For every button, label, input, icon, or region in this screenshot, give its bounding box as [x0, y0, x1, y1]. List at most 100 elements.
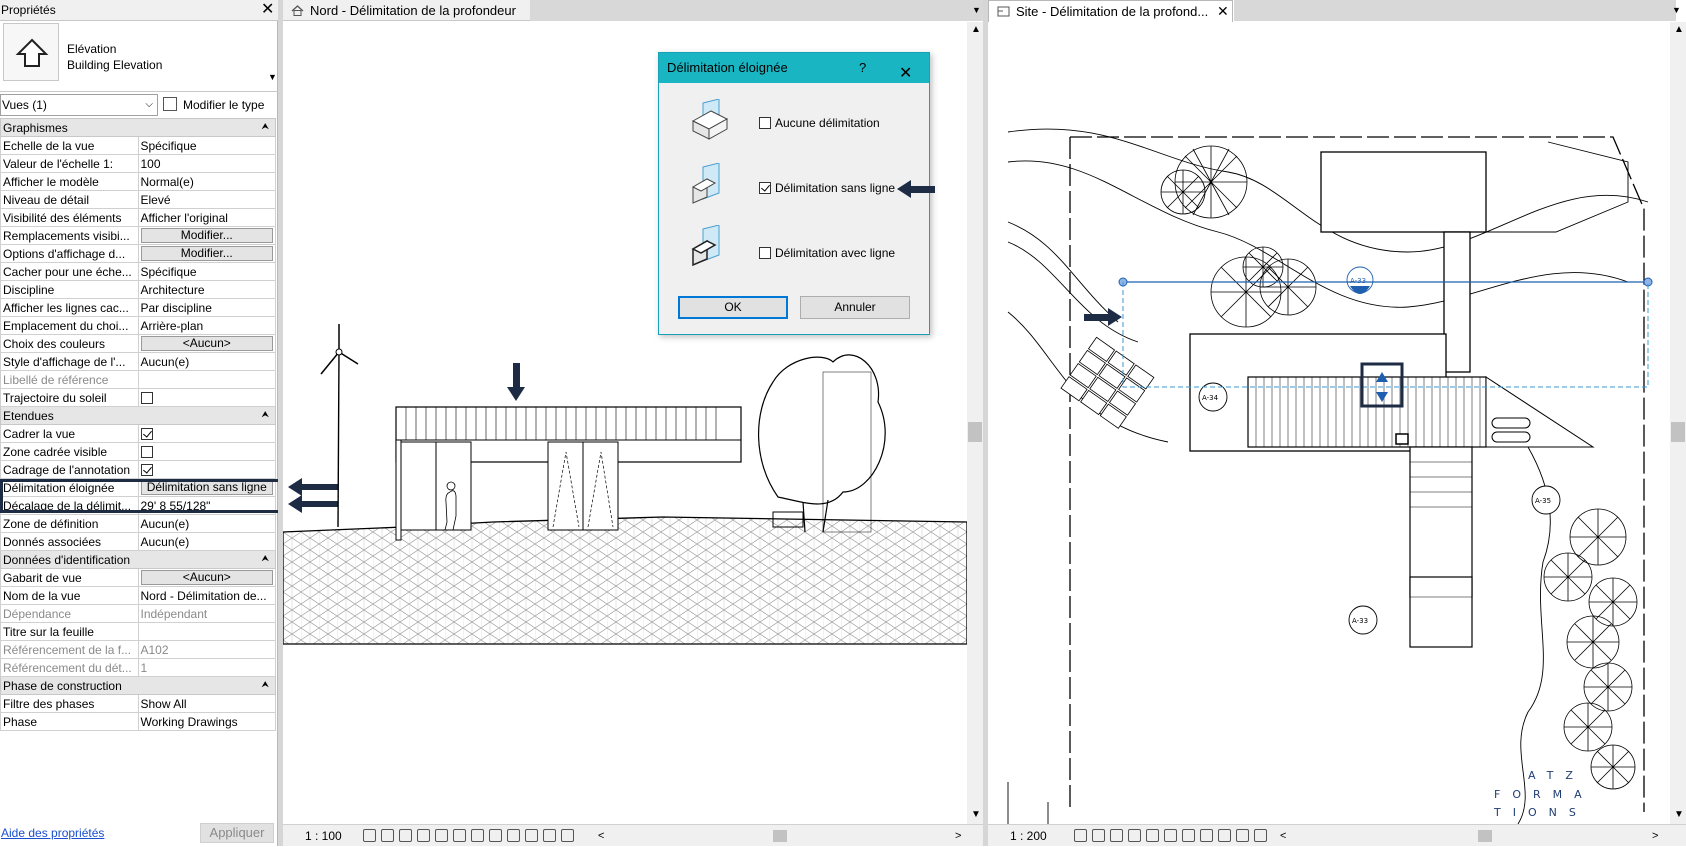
chevron-down-icon[interactable]: ▼	[1672, 5, 1681, 15]
collapse-icon[interactable]: ⮝	[261, 409, 269, 420]
table-row[interactable]: Valeur de l'échelle 1: 100	[0, 154, 276, 173]
table-row[interactable]: Style d'affichage de l'... Aucun(e)	[0, 352, 276, 371]
row-value[interactable]: Normal(e)	[137, 172, 276, 191]
table-row[interactable]: Dépendance Indépendant	[0, 604, 276, 623]
table-row[interactable]: Cacher pour une éche... Spécifique	[0, 262, 276, 281]
table-row[interactable]: Référencement du dét... 1	[0, 658, 276, 677]
type-selector[interactable]: Elévation Building Elevation ▼	[0, 22, 278, 92]
table-row[interactable]: Phase Working Drawings	[0, 712, 276, 731]
edit-type-button[interactable]: Modifier le type	[163, 94, 276, 116]
chevron-down-icon[interactable]: ▼	[972, 5, 981, 15]
table-row[interactable]: Cadrage de l'annotation	[0, 460, 276, 479]
help-icon[interactable]: ?	[859, 53, 866, 83]
row-value[interactable]: Spécifique	[137, 262, 276, 281]
collapse-icon[interactable]: ⮝	[261, 679, 269, 690]
scroll-left-icon[interactable]: <	[598, 825, 604, 847]
row-value[interactable]: Aucun(e)	[137, 514, 276, 533]
row-value[interactable]: Elevé	[137, 190, 276, 209]
row-value[interactable]: Par discipline	[137, 298, 276, 317]
table-row[interactable]: Filtre des phases Show All	[0, 694, 276, 713]
option-label: Délimitation sans ligne	[775, 181, 896, 195]
cancel-button[interactable]: Annuler	[800, 296, 910, 319]
collapse-icon[interactable]: ⮝	[261, 553, 269, 564]
scroll-right-icon[interactable]: >	[1652, 825, 1658, 847]
annotation-crop-checkbox[interactable]	[140, 463, 153, 476]
table-row[interactable]: Gabarit de vue <Aucun>	[0, 568, 276, 587]
view-template-button[interactable]: <Aucun>	[140, 570, 273, 585]
row-value[interactable]: Aucun(e)	[137, 352, 276, 371]
apply-button[interactable]: Appliquer	[200, 823, 274, 843]
row-value[interactable]	[137, 622, 276, 641]
table-row[interactable]: Afficher le modèle Normal(e)	[0, 172, 276, 191]
row-value[interactable]: Afficher l'original	[137, 208, 276, 227]
row-value[interactable]: 100	[137, 154, 276, 173]
view-control-icons[interactable]	[363, 829, 574, 842]
row-value[interactable]: Spécifique	[137, 136, 276, 155]
vertical-scrollbar[interactable]: ▲ ▼	[967, 22, 983, 824]
row-value[interactable]: Arrière-plan	[137, 316, 276, 335]
view-scale[interactable]: 1 : 100	[305, 825, 342, 847]
site-plan-drawing[interactable]: A-34 A-35 A-33 A-33	[988, 22, 1670, 824]
row-value[interactable]: Working Drawings	[137, 712, 276, 731]
chevron-down-icon[interactable]: ▼	[268, 72, 277, 82]
table-row[interactable]: Emplacement du choi... Arrière-plan	[0, 316, 276, 335]
table-row[interactable]: Discipline Architecture	[0, 280, 276, 299]
close-icon[interactable]: ✕	[261, 2, 274, 18]
view-control-icons[interactable]	[1074, 829, 1267, 842]
row-value[interactable]: Nord - Délimitation de...	[137, 586, 276, 605]
horizontal-scroll-thumb[interactable]	[1478, 830, 1492, 842]
scroll-left-icon[interactable]: <	[1280, 825, 1286, 847]
table-row[interactable]: Choix des couleurs <Aucun>	[0, 334, 276, 353]
properties-help-link[interactable]: Aide des propriétés	[1, 826, 104, 840]
row-label: Afficher les lignes cac...	[0, 298, 139, 317]
option-no-clip[interactable]: Aucune délimitation	[759, 116, 880, 130]
table-row[interactable]: Titre sur la feuille	[0, 622, 276, 641]
table-row[interactable]: Options d'affichage d... Modifier...	[0, 244, 276, 263]
row-value	[137, 370, 276, 389]
group-extents[interactable]: Etendues ⮝	[0, 406, 276, 425]
row-label: Cadrage de l'annotation	[0, 460, 139, 479]
table-row[interactable]: Niveau de détail Elevé	[0, 190, 276, 209]
collapse-icon[interactable]: ⮝	[261, 121, 269, 132]
table-row[interactable]: Afficher les lignes cac... Par discipline	[0, 298, 276, 317]
view-scale[interactable]: 1 : 200	[1010, 825, 1047, 847]
close-icon[interactable]: ✕	[899, 59, 912, 89]
group-identity[interactable]: Données d'identification ⮝	[0, 550, 276, 569]
table-row[interactable]: Référencement de la f... A102	[0, 640, 276, 659]
row-value[interactable]: Aucun(e)	[137, 532, 276, 551]
table-row[interactable]: Zone cadrée visible	[0, 442, 276, 461]
color-scheme-button[interactable]: <Aucun>	[140, 336, 273, 351]
group-graphics[interactable]: Graphismes ⮝	[0, 118, 276, 137]
table-row[interactable]: Cadrer la vue	[0, 424, 276, 443]
horizontal-scroll-thumb[interactable]	[773, 830, 787, 842]
tab-site-plan[interactable]: Site - Délimitation de la profond... ✕	[988, 0, 1233, 22]
table-row[interactable]: Remplacements visibi... Modifier...	[0, 226, 276, 245]
close-icon[interactable]: ✕	[1217, 1, 1229, 22]
checkbox-icon[interactable]	[759, 117, 771, 129]
clip-without-line-icon	[691, 163, 720, 204]
checkbox-icon[interactable]	[759, 247, 771, 259]
table-row[interactable]: Zone de définition Aucun(e)	[0, 514, 276, 533]
crop-visible-checkbox[interactable]	[140, 445, 153, 458]
scroll-right-icon[interactable]: >	[955, 825, 961, 847]
group-phasing[interactable]: Phase de construction ⮝	[0, 676, 276, 695]
views-filter-select[interactable]: Vues (1) ⌵	[0, 94, 158, 116]
table-row[interactable]: Nom de la vue Nord - Délimitation de...	[0, 586, 276, 605]
row-label: Zone de définition	[0, 514, 139, 533]
table-row[interactable]: Trajectoire du soleil	[0, 388, 276, 407]
ok-button[interactable]: OK	[678, 296, 788, 319]
option-clip-without-line[interactable]: Délimitation sans ligne	[759, 181, 895, 195]
table-row[interactable]: Libellé de référence	[0, 370, 276, 389]
table-row[interactable]: Donnés associées Aucun(e)	[0, 532, 276, 551]
table-row[interactable]: Echelle de la vue Spécifique	[0, 136, 276, 155]
row-value[interactable]: Show All	[137, 694, 276, 713]
modify-visibility-button[interactable]: Modifier...	[140, 228, 273, 243]
table-row[interactable]: Visibilité des éléments Afficher l'origin…	[0, 208, 276, 227]
option-clip-with-line[interactable]: Délimitation avec ligne	[759, 246, 895, 260]
row-value[interactable]: Architecture	[137, 280, 276, 299]
crop-view-checkbox[interactable]	[140, 427, 153, 440]
modify-display-button[interactable]: Modifier...	[140, 246, 273, 261]
vertical-scrollbar[interactable]: ▲ ▼	[1670, 22, 1686, 824]
checkbox-icon[interactable]	[759, 182, 771, 194]
sun-path-checkbox[interactable]	[140, 391, 153, 404]
